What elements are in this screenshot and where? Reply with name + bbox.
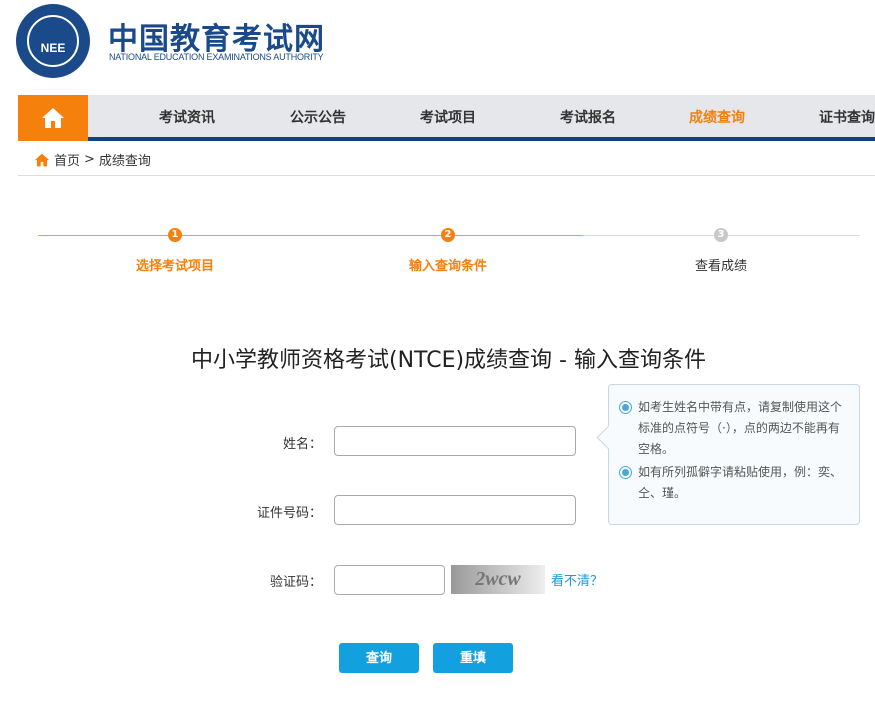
nav-home-button[interactable] bbox=[18, 95, 88, 141]
breadcrumb-home-link[interactable]: 首页 bbox=[54, 150, 80, 169]
id-number-input[interactable] bbox=[334, 495, 576, 525]
name-label: 姓名： bbox=[282, 437, 322, 452]
bullet-icon bbox=[619, 401, 632, 414]
site-name-en: NATIONAL EDUCATION EXAMINATIONS AUTHORIT… bbox=[109, 52, 324, 62]
progress-line-done bbox=[38, 235, 583, 236]
hint-item: 如考生姓名中带有点，请复制使用这个标准的点符号（·），点的两边不能再有空格。 bbox=[619, 397, 849, 460]
breadcrumb-separator: > bbox=[84, 152, 95, 167]
page-title: 中小学教师资格考试(NTCE)成绩查询 - 输入查询条件 bbox=[191, 348, 706, 373]
logo[interactable]: NEE bbox=[16, 4, 90, 78]
submit-query-button[interactable]: 查询 bbox=[339, 643, 419, 673]
nav-item-exam-news[interactable]: 考试资讯 bbox=[159, 95, 215, 141]
nav-item-announcements[interactable]: 公示公告 bbox=[290, 95, 346, 141]
refresh-captcha-link[interactable]: 看不清？ bbox=[551, 570, 603, 589]
home-icon bbox=[35, 153, 49, 166]
step-3-label: 查看成绩 bbox=[694, 259, 748, 274]
step-1-dot: 1 bbox=[168, 228, 182, 242]
step-2-label: 输入查询条件 bbox=[408, 259, 488, 274]
home-icon bbox=[42, 108, 64, 128]
reset-button[interactable]: 重填 bbox=[433, 643, 513, 673]
divider bbox=[18, 175, 875, 176]
breadcrumb: 首页 > 成绩查询 bbox=[34, 150, 151, 169]
hint-text: 如考生姓名中带有点，请复制使用这个标准的点符号（·），点的两边不能再有空格。 bbox=[638, 400, 843, 456]
hint-item: 如有所列孤僻字请粘贴使用，例：奕、仝、瑾。 bbox=[619, 462, 849, 504]
hint-text: 如有所列孤僻字请粘贴使用，例：奕、仝、瑾。 bbox=[638, 465, 843, 500]
name-hint-tooltip: 如考生姓名中带有点，请复制使用这个标准的点符号（·），点的两边不能再有空格。 如… bbox=[608, 384, 860, 525]
id-number-label: 证件号码： bbox=[256, 506, 322, 521]
nav-item-certificate-query[interactable]: 证书查询 bbox=[819, 95, 875, 141]
nav-item-exam-projects[interactable]: 考试项目 bbox=[420, 95, 476, 141]
captcha-input[interactable] bbox=[334, 565, 445, 595]
captcha-image[interactable]: 2wcw bbox=[451, 565, 545, 594]
captcha-label: 验证码： bbox=[269, 575, 322, 590]
breadcrumb-current: 成绩查询 bbox=[98, 154, 151, 169]
logo-text: NEE bbox=[27, 15, 79, 67]
bullet-icon bbox=[619, 466, 632, 479]
nav-item-score-query[interactable]: 成绩查询 bbox=[689, 95, 745, 141]
nav-item-registration[interactable]: 考试报名 bbox=[560, 95, 616, 141]
name-input[interactable] bbox=[334, 426, 576, 456]
step-2-dot: 2 bbox=[441, 228, 455, 242]
step-3-dot: 3 bbox=[714, 228, 728, 242]
step-1-label: 选择考试项目 bbox=[135, 259, 215, 274]
